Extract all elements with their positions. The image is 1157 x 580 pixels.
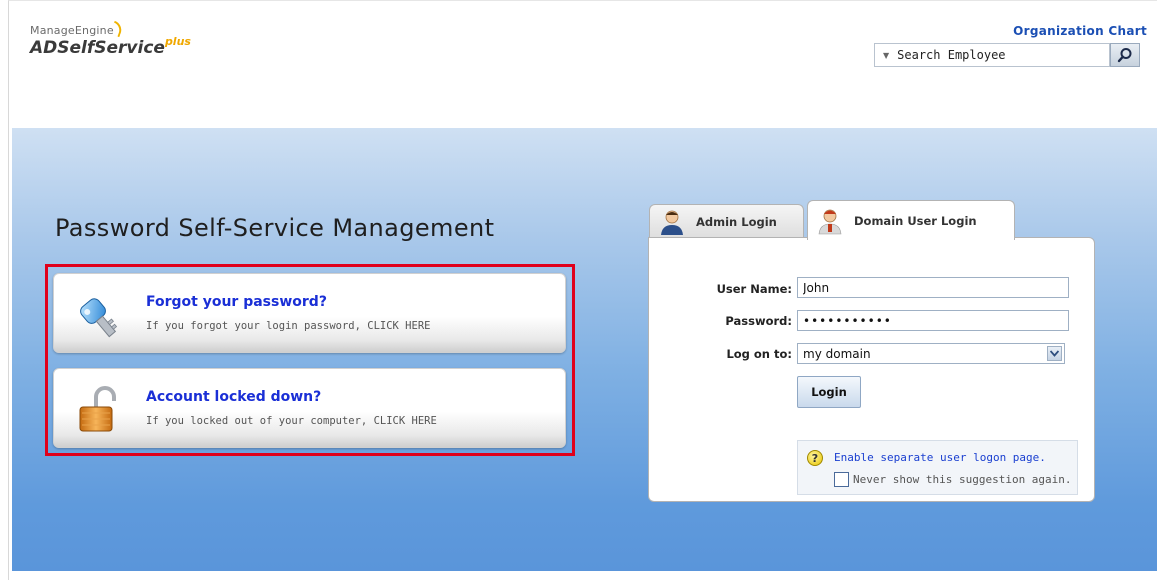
tab-label: Admin Login: [696, 214, 777, 229]
never-show-checkbox[interactable]: [834, 472, 849, 487]
search-icon: [1117, 48, 1132, 63]
padlock-icon: [79, 386, 116, 432]
logon-domain-value: my domain: [803, 346, 871, 361]
option-title[interactable]: Account locked down?: [146, 389, 321, 405]
key-icon: [80, 298, 118, 338]
logo-plus: plus: [164, 35, 191, 48]
password-label: Password:: [725, 314, 792, 328]
account-locked-option[interactable]: Account locked down? If you locked out o…: [53, 368, 566, 448]
tab-label: Domain User Login: [854, 213, 977, 228]
organization-chart-link[interactable]: Organization Chart: [1013, 24, 1147, 38]
search-button[interactable]: [1110, 43, 1140, 67]
search-employee-box[interactable]: ▼: [874, 43, 1110, 67]
tab-domain-user-login[interactable]: Domain User Login: [807, 200, 1015, 240]
enable-separate-logon-link[interactable]: Enable separate user logon page.: [834, 451, 1046, 464]
option-description: If you forgot your login password, CLICK…: [146, 320, 431, 332]
product-logo: ManageEngine ADSelfServiceplus: [30, 20, 191, 58]
page-title: Password Self-Service Management: [55, 214, 495, 242]
help-icon: ?: [807, 450, 823, 466]
login-button[interactable]: Login: [797, 376, 861, 408]
admin-user-icon: [661, 210, 683, 235]
username-label: User Name:: [716, 282, 792, 296]
never-show-label: Never show this suggestion again.: [853, 473, 1072, 486]
suggestion-box: ? Enable separate user logon page. Never…: [797, 440, 1078, 495]
tab-admin-login[interactable]: Admin Login: [649, 204, 804, 238]
logon-to-label: Log on to:: [726, 347, 792, 361]
username-input[interactable]: [797, 277, 1069, 298]
option-description: If you locked out of your computer, CLIC…: [146, 415, 437, 427]
domain-user-icon: [818, 209, 842, 234]
password-input[interactable]: [797, 310, 1069, 331]
logo-product: ADSelfService: [30, 38, 165, 58]
chevron-down-icon[interactable]: [1047, 346, 1062, 361]
search-dropdown-icon[interactable]: ▼: [883, 51, 889, 60]
option-title[interactable]: Forgot your password?: [146, 294, 327, 310]
forgot-password-option[interactable]: Forgot your password? If you forgot your…: [53, 273, 566, 353]
logon-domain-select[interactable]: my domain: [797, 343, 1065, 364]
search-input[interactable]: [897, 48, 1098, 62]
logo-product-name: ADSelfServiceplus: [30, 35, 191, 58]
